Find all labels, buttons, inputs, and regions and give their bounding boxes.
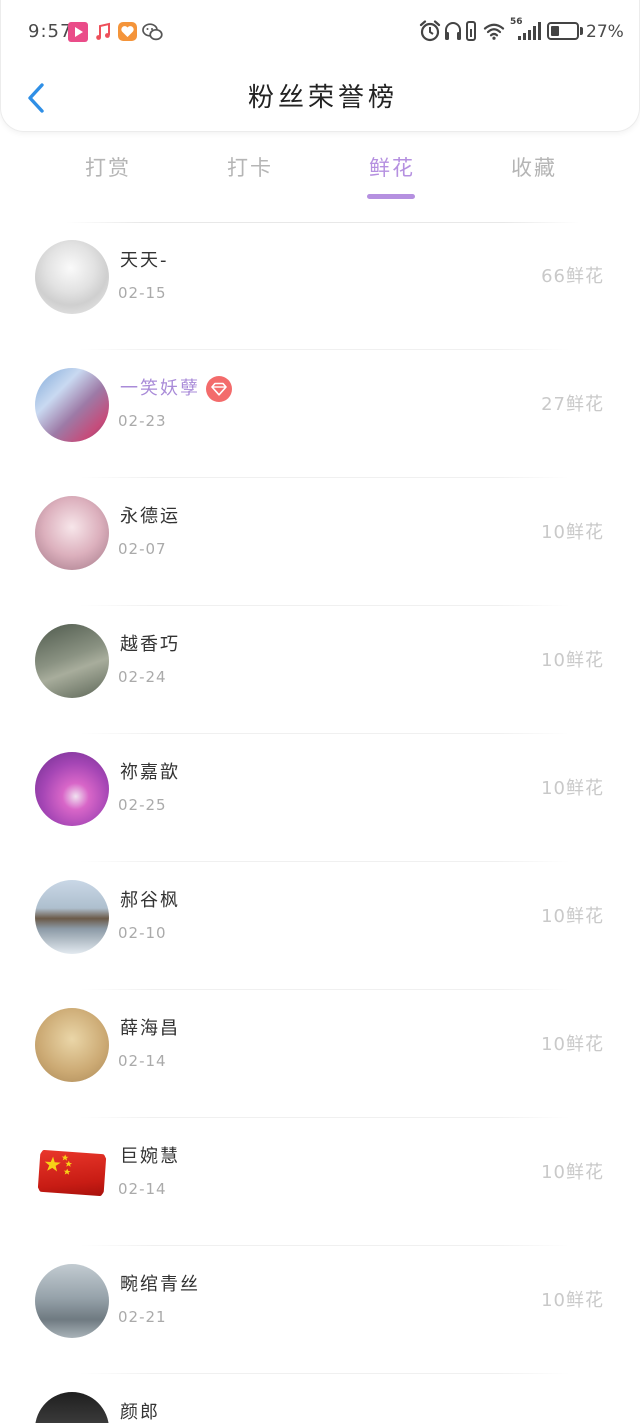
video-app-icon <box>68 22 88 42</box>
fan-date: 02-23 <box>118 412 167 430</box>
fan-date: 02-24 <box>118 668 167 686</box>
fan-row[interactable]: 祢嘉歆 02-25 10鲜花 <box>0 734 640 862</box>
status-time: 9:57 <box>28 21 73 42</box>
tab-flowers[interactable]: 鲜花 <box>320 150 462 200</box>
wechat-icon <box>142 23 163 41</box>
tab-label: 打赏 <box>85 156 131 180</box>
fan-date: 02-14 <box>118 1052 167 1070</box>
fan-row[interactable]: 郝谷枫 02-10 10鲜花 <box>0 862 640 990</box>
fan-name: 一笑妖孽 <box>120 378 200 399</box>
avatar[interactable] <box>35 1008 109 1082</box>
fan-row[interactable]: 永德运 02-07 10鲜花 <box>0 478 640 606</box>
fan-name: 祢嘉歆 <box>120 762 180 783</box>
fan-row[interactable]: 颜郎 <box>0 1374 640 1423</box>
fan-date: 02-07 <box>118 540 167 558</box>
avatar[interactable] <box>35 368 109 442</box>
fan-list: 天天- 02-15 66鲜花 一笑妖孽 02-23 27鲜花 永德运 02-07… <box>0 222 640 1423</box>
avatar[interactable] <box>35 240 109 314</box>
flag-image <box>37 1149 107 1197</box>
avatar[interactable] <box>35 1136 109 1210</box>
tab-bar: 打赏 打卡 鲜花 收藏 <box>36 150 604 200</box>
headphones-icon <box>444 21 462 41</box>
music-app-icon <box>96 22 110 41</box>
diamond-badge-icon <box>206 376 232 402</box>
flower-count: 27鲜花 <box>541 394 604 415</box>
wifi-icon <box>483 22 505 40</box>
tab-label: 鲜花 <box>369 156 415 180</box>
flower-count: 66鲜花 <box>541 266 604 287</box>
fan-name: 巨婉慧 <box>120 1146 180 1167</box>
tab-collect[interactable]: 收藏 <box>462 150 604 200</box>
tab-label: 打卡 <box>227 156 273 180</box>
avatar[interactable] <box>35 752 109 826</box>
status-bar: 9:57 56 27% <box>0 0 640 60</box>
flower-count: 10鲜花 <box>541 1162 604 1183</box>
fan-name: 畹绾青丝 <box>120 1274 200 1295</box>
flower-count: 10鲜花 <box>541 1290 604 1311</box>
fan-name: 郝谷枫 <box>120 890 180 911</box>
fan-date: 02-21 <box>118 1308 167 1326</box>
page-title: 粉丝荣誉榜 <box>247 83 398 113</box>
fan-row[interactable]: 畹绾青丝 02-21 10鲜花 <box>0 1246 640 1374</box>
fan-row[interactable]: 越香巧 02-24 10鲜花 <box>0 606 640 734</box>
fan-name: 颜郎 <box>120 1402 160 1423</box>
avatar[interactable] <box>35 880 109 954</box>
avatar[interactable] <box>35 624 109 698</box>
fan-date: 02-10 <box>118 924 167 942</box>
fan-name: 永德运 <box>120 506 180 527</box>
tab-reward[interactable]: 打赏 <box>36 150 178 200</box>
device-icon <box>466 21 476 41</box>
battery-icon <box>547 22 579 40</box>
fan-row[interactable]: 天天- 02-15 66鲜花 <box>0 222 640 350</box>
battery-percent: 27% <box>586 22 624 42</box>
tab-underline <box>367 194 415 199</box>
fan-row[interactable]: 薛海昌 02-14 10鲜花 <box>0 990 640 1118</box>
flower-count: 10鲜花 <box>541 1034 604 1055</box>
signal-icon <box>518 22 542 40</box>
fan-date: 02-25 <box>118 796 167 814</box>
shopping-app-icon <box>118 22 137 41</box>
avatar[interactable] <box>35 1392 109 1423</box>
avatar[interactable] <box>35 1264 109 1338</box>
fan-row[interactable]: 一笑妖孽 02-23 27鲜花 <box>0 350 640 478</box>
flower-count: 10鲜花 <box>541 650 604 671</box>
flower-count: 10鲜花 <box>541 906 604 927</box>
tab-label: 收藏 <box>511 156 557 180</box>
avatar[interactable] <box>35 496 109 570</box>
flower-count: 10鲜花 <box>541 522 604 543</box>
fan-name: 天天- <box>120 250 169 271</box>
tab-checkin[interactable]: 打卡 <box>178 150 320 200</box>
fan-date: 02-15 <box>118 284 167 302</box>
battery-cap <box>580 27 583 35</box>
alarm-icon <box>419 20 441 42</box>
fan-name: 越香巧 <box>120 634 180 655</box>
flower-count: 10鲜花 <box>541 778 604 799</box>
fan-row[interactable]: 巨婉慧 02-14 10鲜花 <box>0 1118 640 1246</box>
fan-date: 02-14 <box>118 1180 167 1198</box>
fan-name: 薛海昌 <box>120 1018 180 1039</box>
fan-name-group: 一笑妖孽 <box>120 376 232 402</box>
